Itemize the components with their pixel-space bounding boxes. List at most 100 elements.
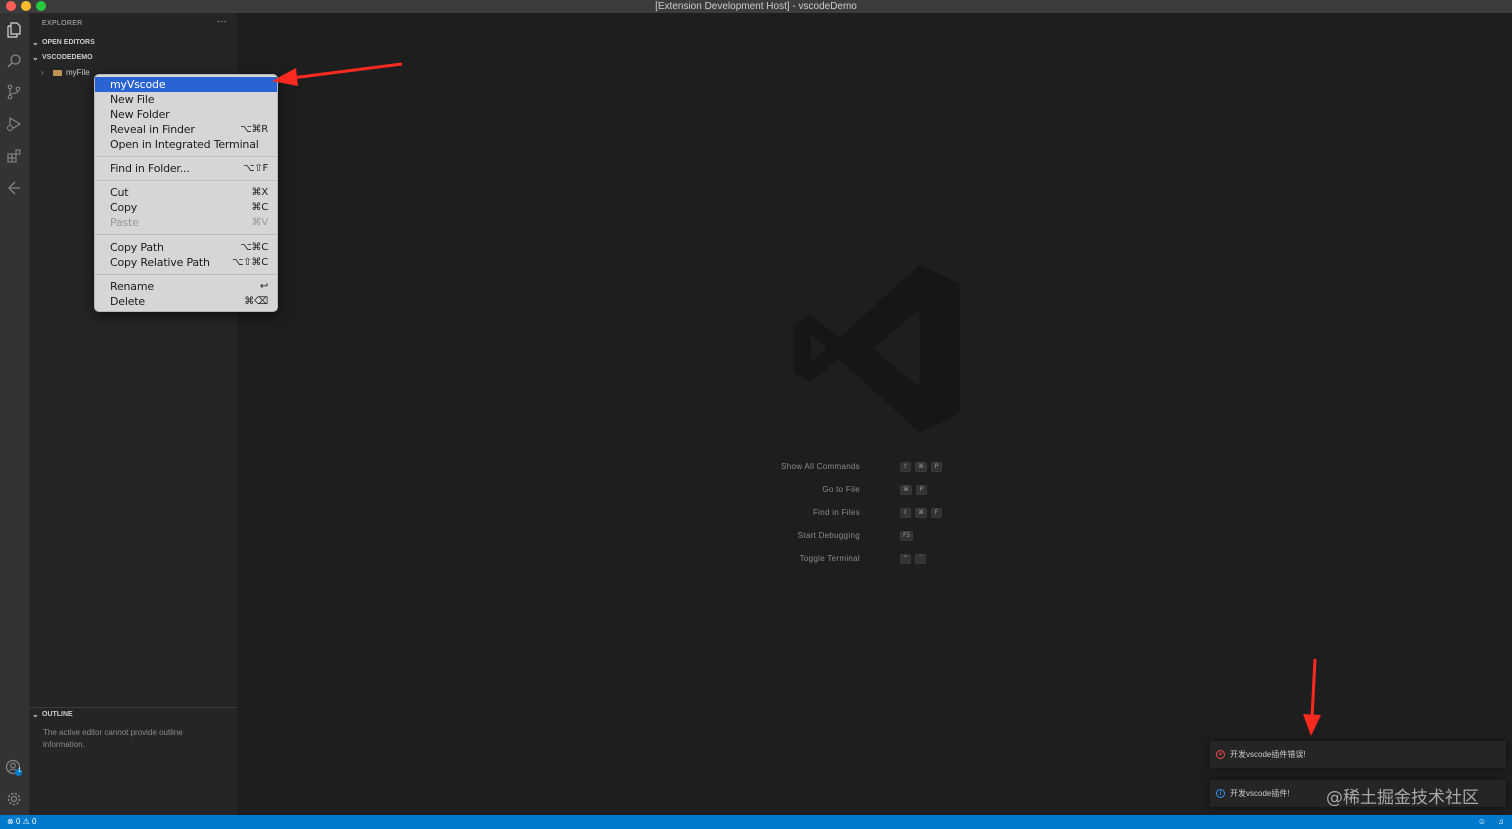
workspace-label: VSCODEDEMO [42,54,93,61]
status-bar: ⊗ 0 ⚠ 0 ☺ ♫ [0,815,1512,829]
menu-item-rename[interactable]: Rename ↩ [95,279,277,294]
files-icon[interactable] [4,20,24,40]
menu-item-label: Open in Integrated Terminal [110,138,259,151]
shortcut-hint-row: Show All Commands ⇧ ⌘ P [697,460,1097,474]
menu-item-shortcut: ⌥⇧F [242,163,268,174]
remote-icon[interactable] [4,178,24,198]
status-bar-right: ☺ ♫ [1478,815,1504,829]
menu-item-label: Paste [110,216,139,229]
zoom-window-button[interactable] [36,1,46,11]
shortcut-hint-row: Toggle Terminal ^ ` [697,552,1097,566]
key-cap: ⇧ [900,462,912,472]
menu-item-new-folder[interactable]: New Folder [95,107,277,122]
menu-item-paste: Paste ⌘V [95,215,277,230]
settings-gear-icon[interactable] [4,789,24,809]
menu-item-label: Delete [110,295,145,308]
menu-item-shortcut: ⌘V [251,217,269,228]
title-bar: [Extension Development Host] - vscodeDem… [0,0,1512,13]
accounts-icon[interactable]: 1 [4,758,24,778]
shortcut-keys: ⇧ ⌘ P [900,462,943,472]
bell-icon[interactable]: ♫ [1498,815,1504,829]
shortcut-hint-row: Find in Files ⇧ ⌘ F [697,506,1097,520]
menu-item-delete[interactable]: Delete ⌘⌫ [95,294,277,309]
menu-separator [95,180,277,181]
source-control-icon[interactable] [4,82,24,102]
error-count-icon: ⊗ [7,817,14,826]
shortcut-hint-row: Go to File ⌘ P [697,483,1097,497]
menu-item-copy-relative-path[interactable]: Copy Relative Path ⌥⇧⌘C [95,255,277,270]
menu-item-new-file[interactable]: New File [95,92,277,107]
site-watermark: @稀土掘金技术社区 [1326,788,1479,808]
menu-item-label: Reveal in Finder [110,123,195,136]
open-editors-section[interactable]: ⌄ OPEN EDITORS [29,36,237,50]
menu-item-find-in-folder[interactable]: Find in Folder... ⌥⇧F [95,161,277,176]
key-cap: ⌘ [915,508,928,518]
menu-separator [95,234,277,235]
menu-item-label: myVscode [110,78,166,91]
key-cap: F [931,508,943,518]
tree-item-label: myFile [66,68,90,77]
key-cap: ^ [900,554,912,564]
key-cap: F5 [900,531,914,541]
error-count: 0 [15,817,21,826]
outline-section[interactable]: ⌄ OUTLINE [29,707,237,721]
menu-item-shortcut: ↩ [259,281,268,292]
workspace-section[interactable]: ⌄ VSCODEDEMO [29,51,237,65]
search-icon[interactable] [4,51,24,71]
window-title: [Extension Development Host] - vscodeDem… [655,1,857,12]
shortcut-keys: ^ ` [900,554,927,564]
more-actions-icon[interactable]: ··· [217,16,227,27]
warning-count-icon: ⚠ [22,817,30,826]
key-cap: ⇧ [900,508,912,518]
menu-item-label: Rename [110,280,154,293]
menu-separator [95,274,277,275]
menu-item-label: Find in Folder... [110,162,190,175]
menu-item-open-in-terminal[interactable]: Open in Integrated Terminal [95,137,277,152]
key-cap: P [931,462,943,472]
menu-separator [95,156,277,157]
minimize-window-button[interactable] [21,1,31,11]
folder-icon [53,70,62,76]
chevron-down-icon: ⌄ [32,38,39,47]
run-debug-icon[interactable] [4,114,24,134]
menu-item-shortcut: ⌘X [251,187,269,198]
chevron-right-icon: › [41,68,44,77]
notification-message: 开发vscode插件! [1230,789,1290,798]
menu-item-shortcut: ⌥⌘R [240,124,268,135]
shortcut-keys: ⇧ ⌘ F [900,508,943,518]
extensions-icon[interactable] [4,146,24,166]
editor-area: Show All Commands ⇧ ⌘ P Go to File ⌘ P F… [237,13,1512,815]
shortcut-hint-label: Find in Files [812,508,860,517]
shortcut-hint-label: Show All Commands [781,462,860,471]
notification-error[interactable]: × 开发vscode插件错误! [1210,741,1506,768]
menu-item-label: New Folder [110,108,170,121]
problems-indicator[interactable]: ⊗ 0 ⚠ 0 [7,815,36,829]
outline-message: The active editor cannot provide outline… [43,728,183,749]
close-window-button[interactable] [6,1,16,11]
key-cap: ` [915,554,927,564]
chevron-down-icon: ⌄ [32,710,39,719]
shortcut-hint-label: Toggle Terminal [799,554,860,563]
shortcut-hint-row: Start Debugging F5 [697,529,1097,543]
menu-item-label: Copy Path [110,241,164,254]
menu-item-myvscode[interactable]: myVscode [95,77,277,92]
outline-label: OUTLINE [42,711,73,718]
open-editors-label: OPEN EDITORS [42,39,95,46]
error-icon: × [1216,750,1225,759]
key-cap: ⌘ [900,485,912,495]
shortcut-hint-label: Go to File [822,485,860,494]
shortcut-hint-label: Start Debugging [797,531,860,540]
key-cap: ⌘ [915,462,928,472]
menu-item-copy-path[interactable]: Copy Path ⌥⌘C [95,240,277,255]
menu-item-shortcut: ⌥⌘C [240,242,268,253]
menu-item-shortcut: ⌘C [251,202,268,213]
accounts-badge: 1 [18,768,22,774]
shortcut-keys: ⌘ P [900,485,927,495]
explorer-context-menu: myVscode New File New Folder Reveal in F… [94,74,278,312]
chevron-down-icon: ⌄ [32,53,39,62]
feedback-icon[interactable]: ☺ [1478,815,1486,829]
menu-item-copy[interactable]: Copy ⌘C [95,200,277,215]
activity-bar: 1 [0,13,29,815]
menu-item-cut[interactable]: Cut ⌘X [95,185,277,200]
menu-item-reveal-in-finder[interactable]: Reveal in Finder ⌥⌘R [95,122,277,137]
